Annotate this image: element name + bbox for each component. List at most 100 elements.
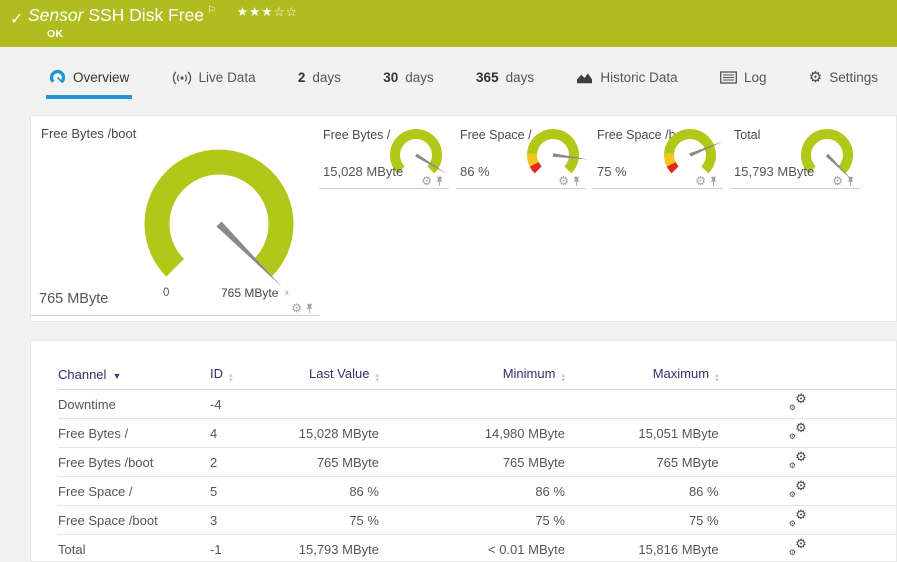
channel-settings-cell: ⚙ ⚙ [718,389,896,419]
channel-settings-cell: ⚙ ⚙ [718,505,896,535]
sensor-header: ✓ Sensor SSH Disk Free ⚐ ★★★☆☆ OK [0,0,897,47]
channel-settings-gears-icon[interactable]: ⚙ ⚙ [788,479,807,499]
minimum-value: 765 MByte [378,447,565,477]
maximum-value: 15,816 MByte [564,534,719,562]
column-header-minimum[interactable]: Minimum ▴ ▾ [378,359,565,390]
channel-settings-gears-icon[interactable]: ⚙ ⚙ [788,450,807,470]
tab-overview[interactable]: Overview [46,62,133,99]
sort-arrows-icon: ▴ ▾ [561,371,565,384]
page-title: Sensor SSH Disk Free ⚐ ★★★☆☆ [28,4,298,26]
gauge-gear-icon[interactable]: ⚙ [832,175,843,187]
tab-historic-data[interactable]: Historic Data [573,62,680,99]
column-header-maximum[interactable]: Maximum ▴ ▾ [564,359,719,390]
gauge-title: Total [734,128,761,142]
last-value [298,389,379,419]
channel-name: Free Bytes / [58,418,210,448]
column-header-id[interactable]: ID ▴ ▾ [210,359,299,390]
channel-id: 3 [210,505,299,535]
channel-table: Channel ▼ ID ▴ ▾ Last Value ▴ ▾ Minimum ▴ ▾ Maximum… [58,359,896,562]
channel-settings-gears-icon[interactable]: ⚙ ⚙ [788,392,807,412]
gauge-tools: ⚙ [291,302,314,314]
channel-id: 2 [210,447,299,477]
gauge-tools: ⚙ [558,175,581,187]
channel-name: Total [58,534,210,562]
sensor-type-label: Sensor [28,5,84,25]
sensor-name: SSH Disk Free [88,5,205,25]
channel-id: -1 [210,534,299,562]
sort-desc-icon: ▼ [112,370,122,381]
channel-name: Free Bytes /boot [58,447,210,477]
gauge-pin-icon[interactable] [572,176,581,187]
gauge-value: 75 % [597,164,627,179]
maximum-value: 75 % [564,505,719,535]
last-value: 75 % [298,505,379,535]
channel-name: Free Space /boot [58,505,210,535]
minimum-value [378,389,565,419]
gauge-value: 15,793 MByte [734,164,815,179]
needle-tip-mark: x [285,288,289,297]
tab-365-days[interactable]: 365 days [473,62,537,99]
column-header-last-value[interactable]: Last Value ▴ ▾ [298,359,379,390]
gauge-widget[interactable]: Free Space /boot 75 % ⚙ [593,116,724,189]
maximum-value: 765 MByte [564,447,719,477]
channel-settings-gears-icon[interactable]: ⚙ ⚙ [788,421,807,441]
channel-row: Free Bytes /boot 2 765 MByte 765 MByte 765 M… [58,447,896,477]
gauge-widget[interactable]: Total 15,793 MByte ⚙ [730,116,860,189]
gauge-gear-icon[interactable]: ⚙ [421,175,432,187]
tab-30-days[interactable]: 30 days [380,62,437,99]
channel-id: 4 [210,418,299,448]
channel-name: Free Space / [58,476,210,506]
primary-gauge-chart: x [144,149,294,297]
column-header-channel[interactable]: Channel ▼ [58,359,210,390]
last-value: 86 % [298,476,379,506]
log-icon [720,71,737,84]
tab-live-data[interactable]: Live Data [169,62,259,99]
channel-row: Free Bytes /4 15,028 MByte 14,980 MByte 15,… [58,418,896,448]
channel-settings-cell: ⚙ ⚙ [718,418,896,448]
gauge-widget[interactable]: Free Bytes / 15,028 MByte ⚙ [319,116,449,189]
gauge-scale-max: 765 MByte [221,286,279,300]
maximum-value: 15,051 MByte [564,418,719,448]
sort-arrows-icon: ▴ ▾ [715,371,719,384]
channel-table-card: Channel ▼ ID ▴ ▾ Last Value ▴ ▾ Minimum ▴ ▾ Maximum… [30,340,897,562]
gauge-pin-icon[interactable] [846,176,855,187]
gauge-gear-icon[interactable]: ⚙ [695,175,706,187]
sort-arrows-icon: ▴ ▾ [375,371,379,384]
channel-settings-cell: ⚙ ⚙ [718,534,896,562]
channel-row: Total -1 15,793 MByte < 0.01 MByte 15,816 MB… [58,534,896,562]
gauge-pin-icon[interactable] [305,303,314,314]
maximum-value [564,389,719,419]
tab-log[interactable]: Log [717,62,770,99]
gauge-gear-icon[interactable]: ⚙ [291,302,302,314]
channel-settings-cell: ⚙ ⚙ [718,476,896,506]
channel-settings-cell: ⚙ ⚙ [718,447,896,477]
channel-row: Downtime -4 ⚙ ⚙ [58,389,896,419]
small-gauges-row: Free Bytes /15,028 MByte ⚙ Free Space /86 … [319,116,867,189]
settings-gear-icon: ⚙ [808,69,823,86]
channel-id: 5 [210,476,299,506]
gauge-pin-icon[interactable] [435,176,444,187]
gauge-value: 765 MByte [39,291,109,307]
tab-bar: Overview Live Data 2 days 30 days 365 days Histo… [30,62,897,99]
channel-settings-gears-icon[interactable]: ⚙ ⚙ [788,537,807,557]
last-value: 765 MByte [298,447,379,477]
flag-icon[interactable]: ⚐ [207,5,216,16]
sort-arrows-icon: ▴ ▾ [229,371,233,384]
historic-data-icon [577,73,593,84]
gauge-widget[interactable]: Free Space /86 % ⚙ [456,116,589,189]
primary-gauge-widget[interactable]: Free Bytes /boot x 0 765 MByte 765 MByte… [31,116,319,316]
gauge-value: 15,028 MByte [323,164,404,179]
tab-2-days[interactable]: 2 days [295,62,344,99]
tab-settings[interactable]: ⚙ Settings [806,62,881,99]
status-check-icon: ✓ [10,11,24,28]
gauge-title: Free Bytes / [323,128,391,142]
priority-stars[interactable]: ★★★☆☆ [237,5,298,19]
minimum-value: < 0.01 MByte [378,534,565,562]
channel-settings-gears-icon[interactable]: ⚙ ⚙ [788,508,807,528]
channel-id: -4 [210,389,299,419]
gauge-gear-icon[interactable]: ⚙ [558,175,569,187]
gauge-pin-icon[interactable] [709,176,718,187]
maximum-value: 86 % [564,476,719,506]
last-value: 15,028 MByte [298,418,379,448]
minimum-value: 75 % [378,505,565,535]
